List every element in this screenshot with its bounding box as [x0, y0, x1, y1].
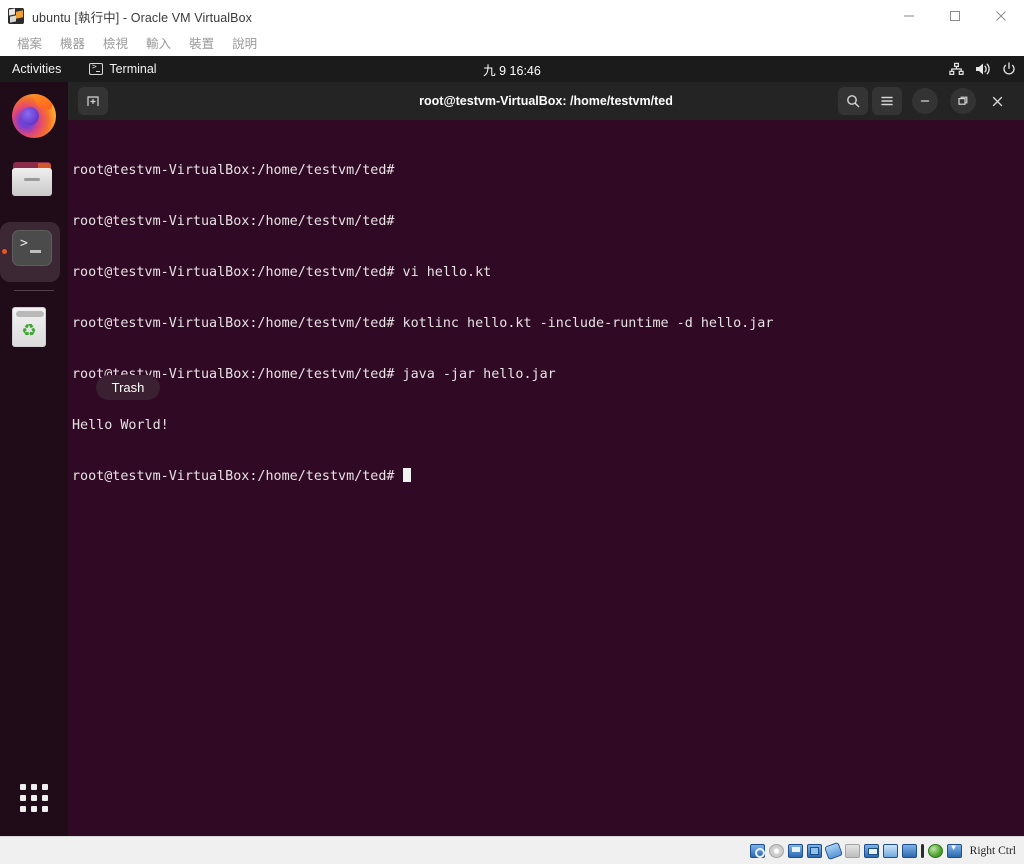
- host-menubar: 檔案 機器 檢視 輸入 裝置 說明: [0, 32, 1024, 56]
- virtualization-icon[interactable]: [901, 843, 917, 858]
- app-menu-terminal[interactable]: Terminal: [89, 62, 157, 76]
- dock-item-trash[interactable]: ♻: [0, 295, 68, 363]
- terminal-line: root@testvm-VirtualBox:/home/testvm/ted#…: [72, 316, 774, 331]
- optical-drive-icon[interactable]: [768, 843, 784, 858]
- menu-item-devices[interactable]: 裝置: [180, 32, 223, 56]
- host-window-titlebar: ubuntu [執行中] - Oracle VM VirtualBox: [0, 0, 1024, 32]
- activities-button[interactable]: Activities: [0, 56, 73, 82]
- app-grid-icon: [20, 784, 48, 812]
- desktop-trash-label: Trash: [95, 374, 161, 400]
- network-adapter-icon[interactable]: [806, 843, 822, 858]
- menu-item-help[interactable]: 說明: [223, 32, 266, 56]
- terminal-window: root@testvm-VirtualBox: /home/testvm/ted: [68, 82, 1024, 836]
- volume-icon: [975, 62, 991, 76]
- host-key-label: Right Ctrl: [969, 844, 1016, 857]
- screenshot-root: ubuntu [執行中] - Oracle VM VirtualBox 檔案 機…: [0, 0, 1024, 864]
- system-tray[interactable]: [949, 62, 1016, 76]
- host-window-title: ubuntu [執行中] - Oracle VM VirtualBox: [32, 10, 253, 25]
- dock-item-terminal[interactable]: >: [0, 218, 68, 286]
- menu-item-machine[interactable]: 機器: [51, 32, 94, 56]
- terminal-cursor: [402, 468, 411, 482]
- floppy-drive-icon[interactable]: [787, 843, 803, 858]
- maximize-icon[interactable]: [932, 0, 978, 32]
- trash-icon: ♻: [12, 307, 56, 351]
- terminal-line: Hello World!: [72, 418, 169, 433]
- hamburger-menu-icon[interactable]: [872, 87, 902, 115]
- virtualbox-icon: [8, 8, 24, 24]
- network-icon: [949, 62, 964, 76]
- desktop-trash-shortcut[interactable]: Trash: [68, 372, 188, 402]
- usb-icon[interactable]: [823, 841, 843, 860]
- restore-icon[interactable]: [950, 88, 976, 114]
- terminal-titlebar: root@testvm-VirtualBox: /home/testvm/ted: [68, 82, 1024, 120]
- dock-item-firefox[interactable]: [0, 82, 68, 150]
- search-icon[interactable]: [838, 87, 868, 115]
- display-icon[interactable]: [863, 843, 879, 858]
- gnome-top-bar: Activities Terminal 九 9 16:46: [0, 56, 1024, 82]
- firefox-icon: [12, 94, 56, 138]
- menu-item-view[interactable]: 檢視: [94, 32, 137, 56]
- app-menu-label: Terminal: [109, 62, 157, 76]
- minimize-icon[interactable]: [886, 0, 932, 32]
- ubuntu-dock: > ♻: [0, 82, 68, 836]
- terminal-line: root@testvm-VirtualBox:/home/testvm/ted#…: [72, 367, 556, 382]
- recording-icon[interactable]: [882, 843, 898, 858]
- close-icon[interactable]: [982, 86, 1012, 116]
- status-icon-group: [749, 841, 966, 860]
- new-tab-icon[interactable]: [78, 87, 108, 115]
- terminal-icon: [89, 62, 104, 75]
- terminal-line: root@testvm-VirtualBox:/home/testvm/ted#: [72, 163, 395, 178]
- terminal-line: root@testvm-VirtualBox:/home/testvm/ted#…: [72, 265, 492, 280]
- power-icon: [1002, 62, 1016, 76]
- files-icon: [12, 162, 56, 206]
- host-statusbar: Right Ctrl: [0, 836, 1024, 864]
- terminal-header-buttons: [838, 82, 1020, 120]
- terminal-line: root@testvm-VirtualBox:/home/testvm/ted#: [72, 214, 395, 229]
- menu-item-input[interactable]: 輸入: [137, 32, 180, 56]
- host-window-controls: [886, 0, 1024, 32]
- mouse-integration-icon[interactable]: [920, 843, 924, 858]
- menu-item-file[interactable]: 檔案: [8, 32, 51, 56]
- guest-screen: Activities Terminal 九 9 16:46: [0, 56, 1024, 836]
- terminal-prompt-line: root@testvm-VirtualBox:/home/testvm/ted#: [70, 468, 1024, 485]
- close-icon[interactable]: [978, 0, 1024, 32]
- dock-item-files[interactable]: [0, 150, 68, 218]
- host-key-icon[interactable]: [946, 843, 962, 858]
- clock[interactable]: 九 9 16:46: [483, 60, 541, 79]
- terminal-output[interactable]: root@testvm-VirtualBox:/home/testvm/ted#…: [68, 120, 1024, 836]
- minimize-icon[interactable]: [912, 88, 938, 114]
- hard-disk-icon[interactable]: [749, 843, 765, 858]
- terminal-icon: >: [12, 230, 56, 274]
- shared-folders-icon[interactable]: [844, 843, 860, 858]
- show-applications-button[interactable]: [0, 768, 68, 828]
- network-status-icon[interactable]: [927, 843, 943, 858]
- dock-separator: [14, 290, 54, 291]
- terminal-prompt: root@testvm-VirtualBox:/home/testvm/ted#: [72, 469, 403, 484]
